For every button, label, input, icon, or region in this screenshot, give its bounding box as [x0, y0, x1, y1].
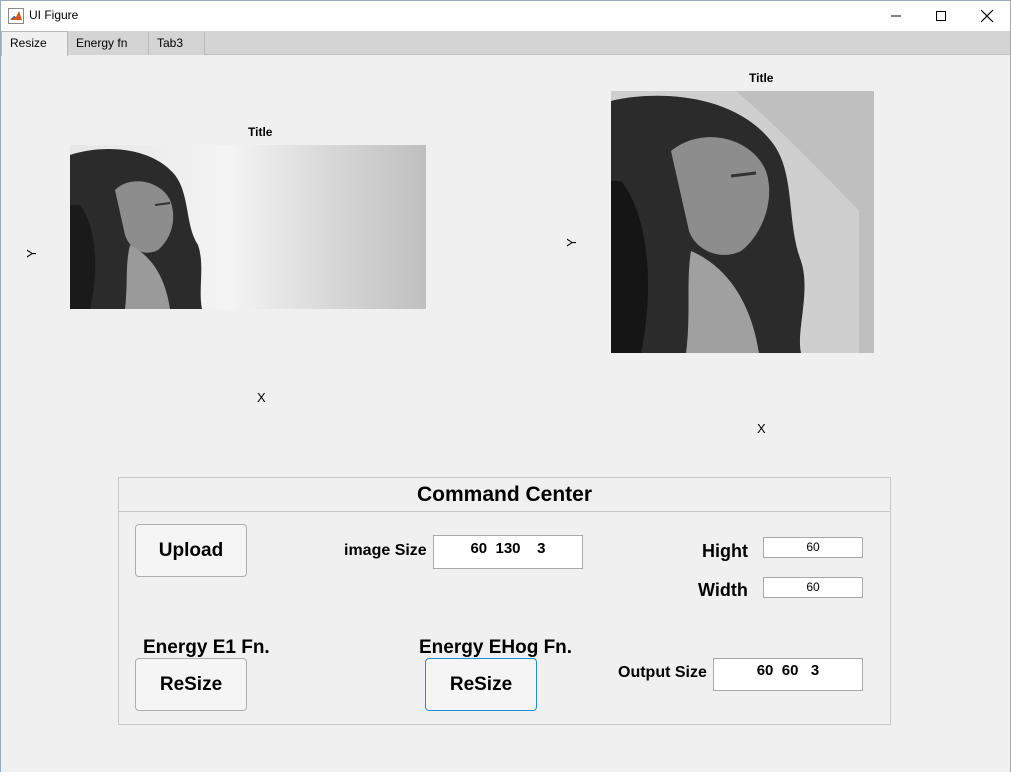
- image-size-field[interactable]: 60 130 3: [433, 535, 583, 569]
- right-image-plot[interactable]: [611, 91, 874, 353]
- close-icon: [980, 9, 994, 23]
- title-bar: UI Figure: [1, 1, 1010, 31]
- ui-figure-window: UI Figure Resize Energy fn Tab3 Title Y …: [0, 0, 1011, 776]
- left-axes-title: Title: [248, 125, 273, 139]
- close-button[interactable]: [964, 1, 1010, 31]
- window-title: UI Figure: [29, 8, 79, 22]
- minimize-button[interactable]: [873, 1, 919, 31]
- left-axes-xlabel: X: [257, 390, 266, 405]
- command-center-title: Command Center: [119, 478, 890, 512]
- right-axes-xlabel: X: [757, 421, 766, 436]
- hight-field[interactable]: 60: [763, 537, 863, 558]
- right-axes-ylabel: Y: [563, 238, 579, 247]
- left-image-plot[interactable]: [70, 145, 426, 309]
- tab-bar: Resize Energy fn Tab3: [1, 31, 1010, 56]
- matlab-icon: [8, 8, 24, 24]
- hight-label: Hight: [702, 541, 748, 561]
- output-size-field[interactable]: 60 60 3: [713, 658, 863, 691]
- tab-energy-fn[interactable]: Energy fn: [68, 32, 149, 55]
- tab-resize[interactable]: Resize: [1, 31, 68, 56]
- resize-ehog-button[interactable]: ReSize: [425, 658, 537, 711]
- upload-button[interactable]: Upload: [135, 524, 247, 577]
- maximize-icon: [936, 11, 946, 21]
- minimize-icon: [891, 15, 901, 17]
- resize-e1-button[interactable]: ReSize: [135, 658, 247, 711]
- maximize-button[interactable]: [918, 1, 964, 31]
- energy-e1-label: Energy E1 Fn.: [143, 637, 270, 658]
- right-axes-title: Title: [749, 71, 774, 85]
- left-axes-ylabel: Y: [23, 249, 39, 258]
- image-size-label: image Size: [344, 542, 427, 559]
- bottom-edge: [0, 772, 1011, 776]
- energy-ehog-label: Energy EHog Fn.: [419, 637, 573, 658]
- tab-tab3[interactable]: Tab3: [149, 32, 205, 55]
- output-size-label: Output Size: [618, 664, 707, 681]
- width-label: Width: [698, 580, 748, 600]
- width-field[interactable]: 60: [763, 577, 863, 598]
